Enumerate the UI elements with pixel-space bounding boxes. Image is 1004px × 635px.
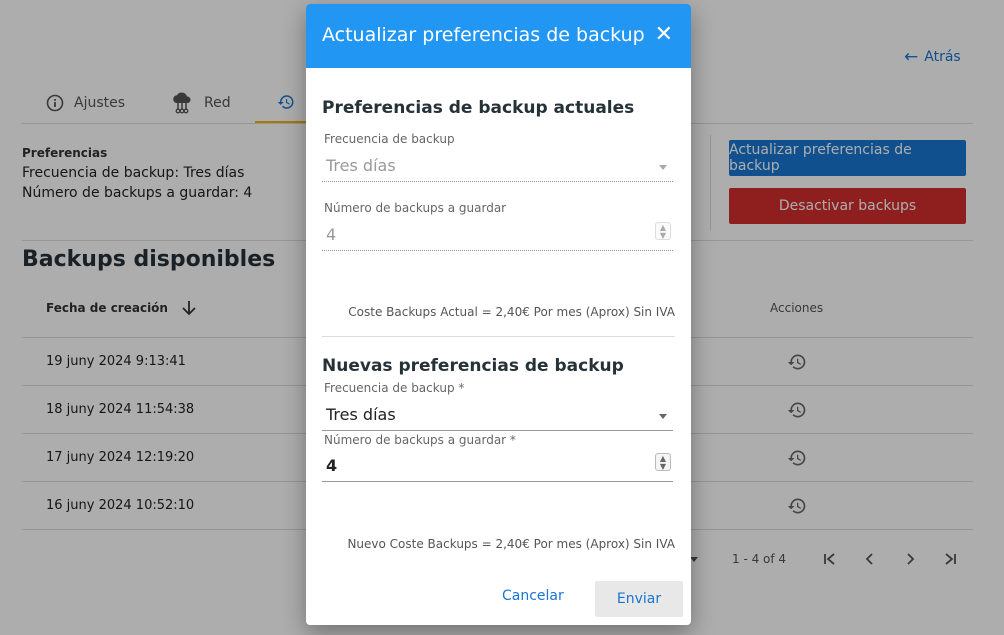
current-frequency-select: Tres días	[322, 152, 673, 182]
close-icon[interactable]: ✕	[655, 23, 673, 47]
new-frequency-select[interactable]: Tres días	[322, 401, 673, 431]
new-count-input[interactable]: 4 ▲ ▼	[322, 452, 673, 482]
cancel-button[interactable]: Cancelar	[502, 588, 564, 604]
dialog-header: Actualizar preferencias de backup ✕	[306, 4, 691, 68]
current-count-input: 4 ▲ ▼	[322, 221, 673, 251]
new-count-label: Número de backups a guardar *	[324, 433, 516, 447]
current-count-value: 4	[326, 225, 337, 244]
dialog-title: Actualizar preferencias de backup	[322, 24, 645, 46]
new-frequency-value: Tres días	[326, 405, 396, 424]
new-frequency-label: Frecuencia de backup *	[324, 381, 465, 395]
number-stepper-icon[interactable]: ▲ ▼	[655, 453, 671, 471]
send-button[interactable]: Enviar	[595, 581, 683, 617]
current-cost-text: Coste Backups Actual = 2,40€ Por mes (Ap…	[348, 305, 675, 319]
number-stepper-icon: ▲ ▼	[655, 222, 671, 240]
update-preferences-dialog: Actualizar preferencias de backup ✕ Pref…	[306, 4, 691, 625]
dialog-divider	[322, 336, 675, 337]
new-cost-text: Nuevo Coste Backups = 2,40€ Por mes (Apr…	[347, 537, 675, 551]
new-preferences-title: Nuevas preferencias de backup	[322, 356, 624, 376]
chevron-down-icon	[659, 165, 667, 170]
current-frequency-label: Frecuencia de backup	[324, 132, 455, 146]
chevron-down-icon	[659, 414, 667, 419]
current-frequency-value: Tres días	[326, 156, 396, 175]
current-preferences-title: Preferencias de backup actuales	[322, 98, 635, 118]
current-count-label: Número de backups a guardar	[324, 201, 507, 215]
new-count-value: 4	[326, 456, 338, 475]
